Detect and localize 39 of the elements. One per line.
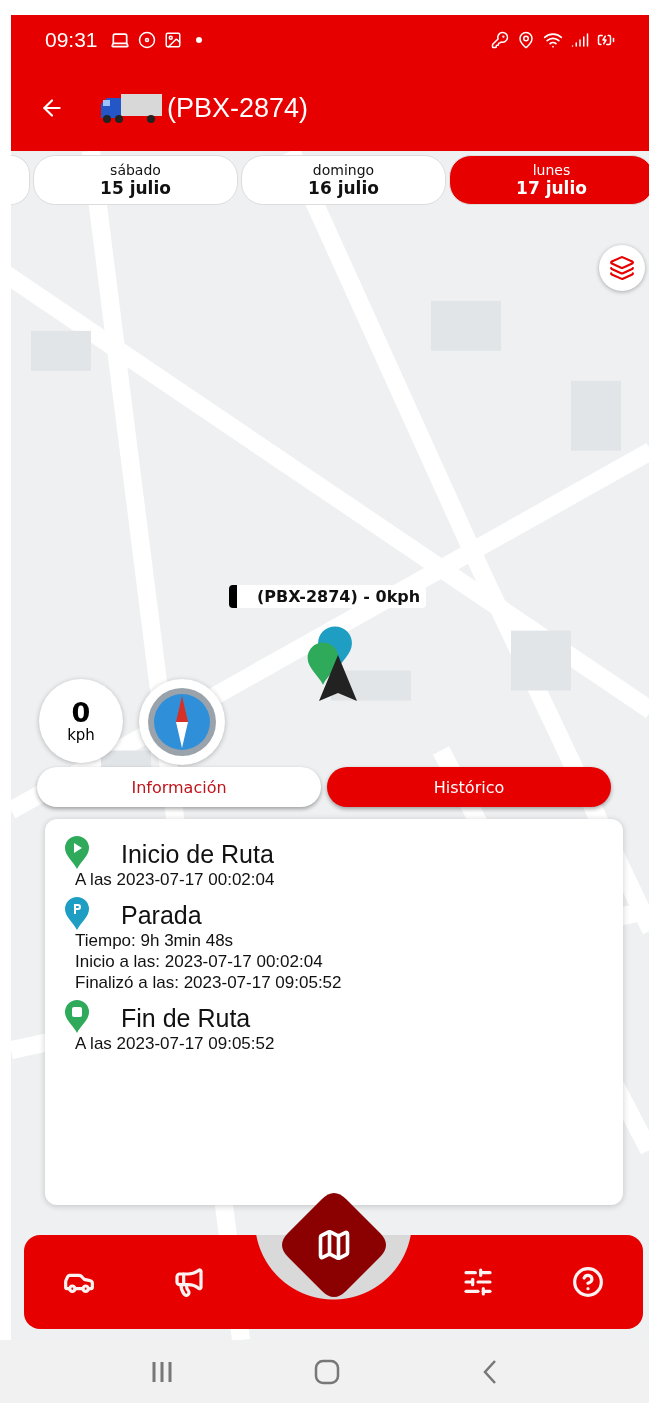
layers-icon xyxy=(609,255,635,281)
compass-icon xyxy=(146,686,218,758)
date-tab[interactable]: sábado 15 julio xyxy=(33,155,238,205)
status-time: 09:31 xyxy=(45,28,98,52)
date-tab[interactable]: domingo 16 julio xyxy=(241,155,446,205)
building-shape xyxy=(31,330,91,371)
key-icon xyxy=(491,31,509,49)
start-map-pin-icon xyxy=(305,641,341,685)
location-icon xyxy=(517,31,535,49)
stop-pin-icon xyxy=(63,896,91,930)
laptop-icon xyxy=(109,30,130,50)
end-pin-icon xyxy=(63,999,91,1033)
navigation-arrow-icon xyxy=(319,655,357,701)
history-detail: A las 2023-07-17 00:02:04 xyxy=(75,869,276,890)
history-title: Fin de Ruta xyxy=(121,1004,251,1033)
notification-dot xyxy=(195,37,202,43)
megaphone-icon xyxy=(172,1266,205,1298)
sync-icon xyxy=(137,31,156,49)
help-icon xyxy=(572,1266,605,1298)
home-icon xyxy=(313,1357,342,1386)
vehicle-map-label: (PBX-2874) - 0kph xyxy=(229,585,427,608)
history-detail: Inicio a las: 2023-07-17 00:02:04 xyxy=(75,951,324,972)
history-title: Parada xyxy=(121,901,202,930)
history-title: Inicio de Ruta xyxy=(121,840,274,869)
vehicle-title: (PBX-2874) xyxy=(167,92,309,124)
wifi-icon xyxy=(543,30,563,50)
sliders-icon xyxy=(462,1266,495,1298)
image-icon xyxy=(163,31,182,49)
start-pin-icon xyxy=(63,835,91,869)
date-tab[interactable]: lunes 17 julio xyxy=(449,155,649,205)
info-tab[interactable]: Histórico xyxy=(327,767,611,807)
history-detail: Tiempo: 9h 3min 48s xyxy=(75,930,235,951)
building-shape xyxy=(511,630,571,691)
map-nav-button[interactable] xyxy=(281,1193,386,1297)
history-detail: Finalizó a las: 2023-07-17 09:05:52 xyxy=(75,972,343,993)
info-tab[interactable]: Información xyxy=(37,767,321,807)
signal-icon xyxy=(571,31,589,49)
truck-icon xyxy=(99,92,163,124)
history-detail: A las 2023-07-17 09:05:52 xyxy=(75,1033,276,1054)
